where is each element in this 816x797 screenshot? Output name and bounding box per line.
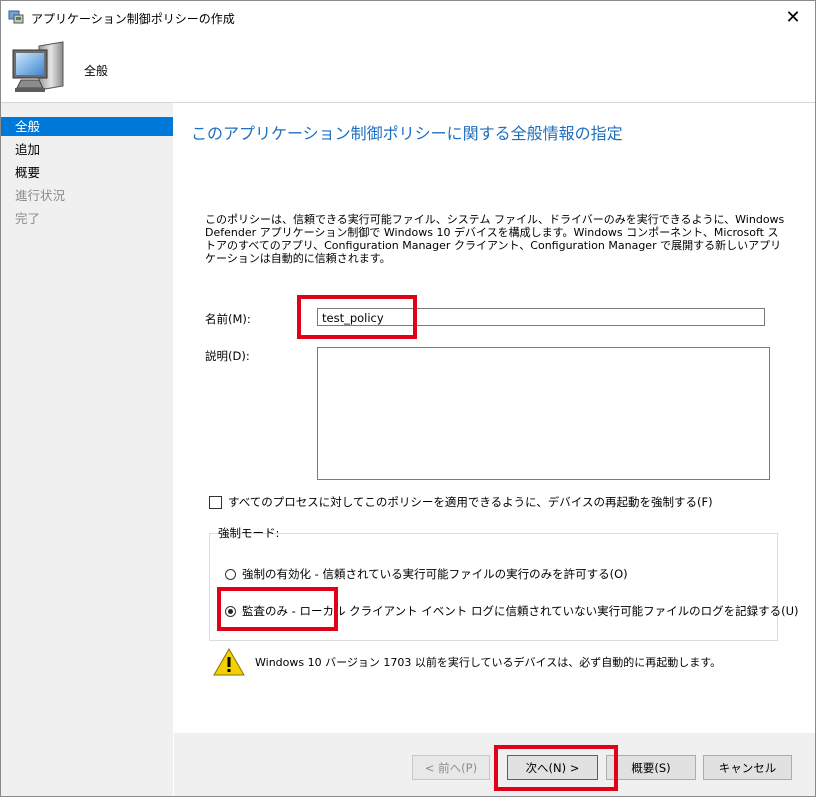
enforce-radio-label: 強制の有効化 - 信頼されている実行可能ファイルの実行のみを許可する(O) [242, 567, 628, 581]
close-button[interactable]: ✕ [771, 1, 815, 34]
force-restart-checkbox[interactable] [209, 495, 222, 509]
enforce-radio[interactable] [225, 568, 236, 580]
sidebar-item-progress: 進行状況 [15, 188, 66, 203]
description-textarea[interactable] [317, 347, 770, 480]
cancel-button[interactable]: キャンセル [703, 755, 792, 780]
wizard-sidebar: 全般 追加 概要 進行状況 完了 [1, 103, 173, 796]
sidebar-item-add[interactable]: 追加 [1, 140, 173, 159]
name-label: 名前(M): [205, 312, 251, 326]
wizard-header: 全般 [1, 34, 815, 103]
name-input[interactable]: test_policy [317, 308, 765, 326]
warning-icon [213, 648, 245, 676]
restart-warning: Windows 10 バージョン 1703 以前を実行しているデバイスは、必ず自… [213, 648, 721, 676]
wizard-content: このアプリケーション制御ポリシーに関する全般情報の指定 このポリシーは、信頼でき… [174, 103, 815, 733]
wizard-footer: < 前へ(P) 次へ(N) > 概要(S) キャンセル [174, 733, 815, 796]
dialog-window: アプリケーション制御ポリシーの作成 ✕ 全般 全般 追加 概要 進行状況 完了 … [0, 0, 816, 797]
header-title: 全般 [84, 64, 109, 78]
force-restart-option[interactable]: すべてのプロセスに対してこのポリシーを適用できるように、デバイスの再起動を強制す… [209, 494, 713, 510]
sidebar-item-summary[interactable]: 概要 [1, 163, 173, 182]
audit-radio[interactable] [225, 605, 236, 617]
force-restart-label: すべてのプロセスに対してこのポリシーを適用できるように、デバイスの再起動を強制す… [228, 495, 713, 509]
title-bar: アプリケーション制御ポリシーの作成 ✕ [1, 1, 815, 34]
next-button[interactable]: 次へ(N) > [507, 755, 598, 780]
computer-icon [12, 41, 64, 92]
audit-mode-option[interactable]: 監査のみ - ローカル クライアント イベント ログに信頼されていない実行可能フ… [225, 603, 799, 619]
policy-description-text: このポリシーは、信頼できる実行可能ファイル、システム ファイル、ドライバーのみを… [205, 213, 785, 265]
page-title: このアプリケーション制御ポリシーに関する全般情報の指定 [191, 124, 623, 143]
enforcement-mode-group [209, 533, 778, 641]
description-label: 説明(D): [205, 349, 250, 363]
audit-radio-label: 監査のみ - ローカル クライアント イベント ログに信頼されていない実行可能フ… [242, 604, 799, 618]
previous-button[interactable]: < 前へ(P) [412, 755, 490, 780]
enforcement-mode-label: 強制モード: [218, 526, 280, 540]
close-icon: ✕ [785, 7, 801, 28]
warning-text: Windows 10 バージョン 1703 以前を実行しているデバイスは、必ず自… [255, 656, 722, 669]
window-title: アプリケーション制御ポリシーの作成 [31, 12, 235, 26]
app-policy-icon [8, 10, 24, 24]
summary-button[interactable]: 概要(S) [606, 755, 696, 780]
sidebar-item-complete: 完了 [15, 211, 41, 226]
sidebar-item-general[interactable]: 全般 [1, 117, 173, 136]
enforce-mode-option[interactable]: 強制の有効化 - 信頼されている実行可能ファイルの実行のみを許可する(O) [225, 566, 628, 582]
